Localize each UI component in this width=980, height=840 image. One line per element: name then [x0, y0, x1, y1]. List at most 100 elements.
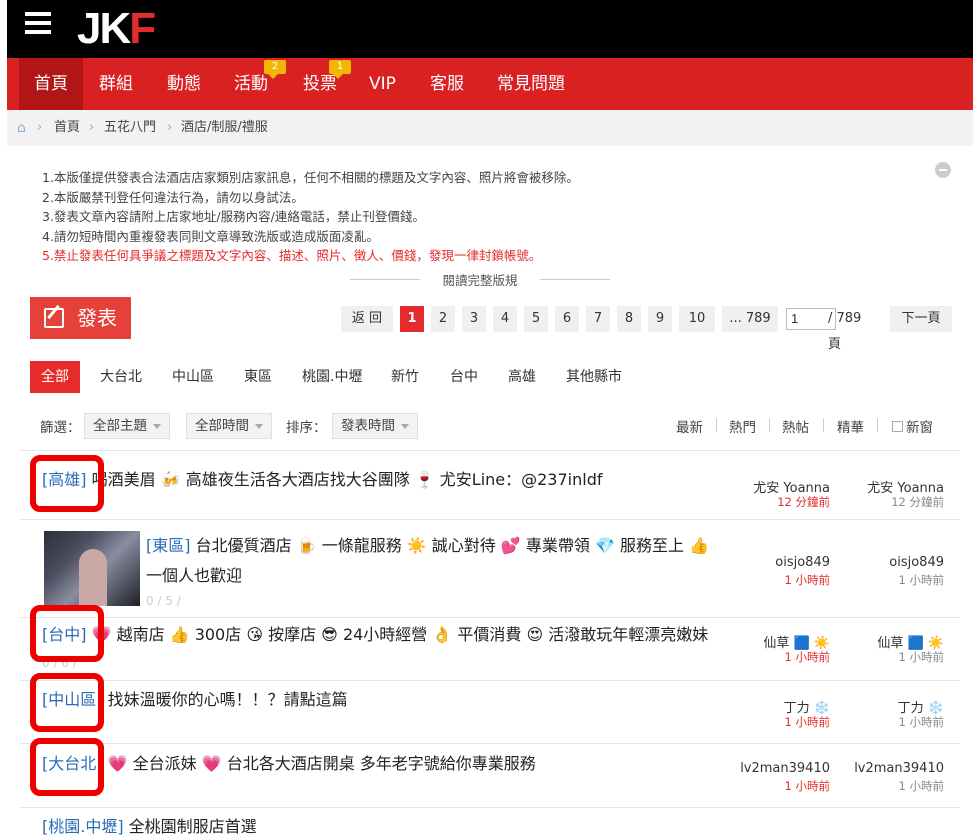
- category-highlight: [30, 673, 104, 732]
- top-bar: JKF: [7, 0, 973, 58]
- thread-title-text[interactable]: 全桃園制服店首選: [129, 817, 257, 836]
- thread-time: 1 小時前: [784, 779, 830, 793]
- thread-title-text[interactable]: 喝酒美眉 🍻 高雄夜生活各大酒店找大谷團隊 🍷 尤安Line：@237inldf: [92, 470, 603, 489]
- thread-title-text[interactable]: 找妹溫暖你的心嗎！！？請點這篇: [108, 690, 348, 709]
- rule-line: 2.本版嚴禁刊登任何違法行為，請勿以身試法。: [42, 189, 304, 205]
- nav-home[interactable]: 首頁: [19, 58, 83, 110]
- last-reply-time: 1 小時前: [898, 573, 944, 587]
- rule-line: 1.本版僅提供發表合法酒店店家類別店家訊息，任何不相關的標題及文字內容、照片將會…: [42, 170, 579, 185]
- last-reply-time: 12 分鐘前: [891, 495, 944, 509]
- tab-hsinchu[interactable]: 新竹: [391, 361, 419, 393]
- new-window-checkbox[interactable]: [892, 421, 903, 432]
- sort-label: 排序：: [286, 420, 327, 436]
- tab-zhongshan[interactable]: 中山區: [172, 361, 214, 393]
- page-9[interactable]: 9: [648, 306, 672, 332]
- thread-author[interactable]: oisjo849: [720, 555, 830, 570]
- page-4[interactable]: 4: [493, 306, 517, 332]
- thread-title-text[interactable]: 💗 越南店 👍 300店 😘 按摩店 😎 24小時經營 👌 平價消費 😍 活潑敢…: [92, 625, 709, 644]
- sort-select[interactable]: 發表時間: [332, 413, 418, 439]
- tab-other[interactable]: 其他縣市: [566, 361, 622, 393]
- nav-events[interactable]: 活動 2: [234, 58, 286, 110]
- site-logo[interactable]: JKF: [77, 4, 156, 53]
- page-last[interactable]: ... 789: [722, 306, 778, 332]
- nav-faq[interactable]: 常見問題: [497, 58, 565, 110]
- page-8[interactable]: 8: [617, 306, 641, 332]
- thread-title-text[interactable]: 💗 全台派妹 💗 台北各大酒店開桌 多年老字號給你專業服務: [108, 754, 536, 773]
- thread-title[interactable]: [台中] 💗 越南店 👍 300店 😘 按摩店 😎 24小時經營 👌 平價消費 …: [42, 622, 722, 648]
- thread-title[interactable]: [東區] 台北優質酒店 🍺 一條龍服務 ☀️ 誠心對待 💕 專業帶領 💎 服務至…: [146, 531, 716, 591]
- page-5[interactable]: 5: [524, 306, 548, 332]
- filter-bar: 篩選： 全部主題 全部時間 排序： 發表時間 最新 熱門 熱帖 精華 新窗: [20, 410, 960, 440]
- thread-thumbnail[interactable]: [44, 531, 140, 606]
- filter-hot-posts[interactable]: 熱帖: [782, 416, 809, 436]
- breadcrumb-forum[interactable]: 五花八門: [104, 110, 156, 146]
- thread-time: 1 小時前: [784, 715, 830, 729]
- page-2[interactable]: 2: [431, 306, 455, 332]
- next-page-button[interactable]: 下一頁: [890, 306, 952, 332]
- thread-time: 1 小時前: [784, 650, 830, 664]
- tab-taoyuan[interactable]: 桃園.中壢: [302, 361, 362, 393]
- back-button[interactable]: 返 回: [341, 306, 393, 332]
- vote-badge: 1: [329, 60, 351, 79]
- breadcrumb-board[interactable]: 酒店/制服/禮服: [181, 110, 268, 146]
- page-1[interactable]: 1: [400, 306, 424, 332]
- last-reply-time: 1 小時前: [898, 715, 944, 729]
- thread-title[interactable]: [桃園.中壢] 全桃園制服店首選: [42, 814, 722, 840]
- home-icon[interactable]: ⌂: [17, 110, 26, 146]
- thread-title[interactable]: [中山區] 找妹溫暖你的心嗎！！？請點這篇: [42, 687, 722, 713]
- page-total: / 789 頁: [828, 311, 862, 352]
- edit-icon: [44, 308, 64, 328]
- breadcrumb-sep-icon: ›: [37, 120, 43, 135]
- breadcrumb: ⌂ › 首頁 › 五花八門 › 酒店/制服/禮服: [7, 110, 973, 146]
- rule-line: 4.請勿短時間內重複發表同則文章導致洗版或造成版面凌亂。: [42, 228, 379, 244]
- thread-title[interactable]: [高雄] 喝酒美眉 🍻 高雄夜生活各大酒店找大谷團隊 🍷 尤安Line：@237…: [42, 467, 722, 493]
- chevron-down-icon: [401, 423, 409, 429]
- menu-icon[interactable]: [25, 12, 51, 34]
- read-full-label[interactable]: 閱讀完整版規: [442, 273, 517, 288]
- nav-groups[interactable]: 群組: [99, 58, 133, 110]
- filter-featured[interactable]: 精華: [837, 416, 864, 436]
- thread-category[interactable]: [桃園.中壢]: [42, 817, 124, 836]
- thread-time: 12 分鐘前: [777, 495, 830, 509]
- thread-title[interactable]: [大台北] 💗 全台派妹 💗 台北各大酒店開桌 多年老字號給你專業服務: [42, 751, 722, 777]
- topic-select[interactable]: 全部主題: [84, 413, 170, 439]
- new-window-label[interactable]: 新窗: [906, 416, 933, 436]
- last-reply-author[interactable]: oisjo849: [834, 555, 944, 570]
- breadcrumb-sep-icon: ›: [167, 120, 173, 135]
- page-3[interactable]: 3: [462, 306, 486, 332]
- filter-latest[interactable]: 最新: [676, 416, 703, 436]
- nav-support[interactable]: 客服: [430, 58, 464, 110]
- tab-all[interactable]: 全部: [30, 361, 80, 393]
- nav-vote[interactable]: 投票 1: [303, 58, 351, 110]
- collapse-icon[interactable]: [935, 162, 951, 178]
- rule-line-warning: 5.禁止發表任何具爭議之標題及文字內容、描述、照片、徵人、價錢，發現一律封鎖帳號…: [42, 248, 542, 262]
- new-post-button[interactable]: 發表: [30, 297, 131, 339]
- breadcrumb-home[interactable]: 首頁: [54, 110, 80, 146]
- thread-category[interactable]: [東區]: [146, 536, 191, 555]
- page-10[interactable]: 10: [679, 306, 715, 332]
- logo-text: JK: [77, 4, 131, 53]
- category-highlight: [30, 605, 104, 662]
- tab-kaohsiung[interactable]: 高雄: [508, 361, 536, 393]
- breadcrumb-sep-icon: ›: [89, 120, 95, 135]
- last-reply-author[interactable]: lv2man39410: [834, 761, 944, 776]
- time-select[interactable]: 全部時間: [186, 413, 272, 439]
- thread-author[interactable]: lv2man39410: [720, 761, 830, 776]
- page-6[interactable]: 6: [555, 306, 579, 332]
- nav-vip[interactable]: VIP: [369, 58, 396, 110]
- chevron-down-icon: [153, 423, 161, 429]
- thread-time: 1 小時前: [784, 573, 830, 587]
- board-rules: 1.本版僅提供發表合法酒店店家類別店家訊息，任何不相關的標題及文字內容、照片將會…: [20, 150, 960, 262]
- tab-east[interactable]: 東區: [244, 361, 272, 393]
- page-7[interactable]: 7: [586, 306, 610, 332]
- events-badge: 2: [264, 60, 286, 79]
- tab-greater-taipei[interactable]: 大台北: [100, 361, 142, 393]
- tab-taichung[interactable]: 台中: [450, 361, 478, 393]
- filter-hot[interactable]: 熱門: [729, 416, 756, 436]
- thread-title-text[interactable]: 台北優質酒店 🍺 一條龍服務 ☀️ 誠心對待 💕 專業帶領 💎 服務至上 👍 一…: [146, 536, 709, 585]
- nav-activity[interactable]: 動態: [167, 58, 201, 110]
- new-post-label: 發表: [77, 306, 117, 330]
- read-full-rules[interactable]: 閱讀完整版規: [330, 270, 630, 289]
- main-nav: 首頁 群組 動態 活動 2 投票 1 VIP 客服 常見問題: [7, 58, 973, 110]
- filter-label: 篩選：: [40, 420, 81, 436]
